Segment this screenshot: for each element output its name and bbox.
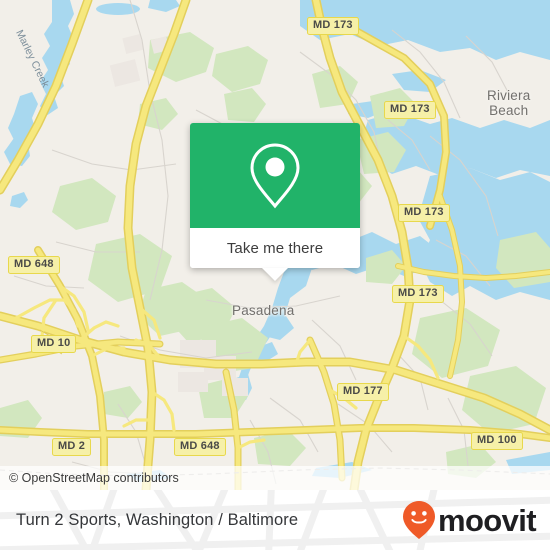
road-shield-md-10[interactable]: MD 10 (31, 335, 77, 353)
take-me-there-label: Take me there (226, 239, 324, 257)
moovit-smiley-pin-icon (402, 501, 435, 539)
road-shield-md-648-west[interactable]: MD 648 (8, 256, 60, 274)
attribution-text: © OpenStreetMap contributors (9, 471, 179, 485)
road-shield-md-177[interactable]: MD 177 (337, 383, 389, 401)
poi-callout-card[interactable]: Take me there (190, 123, 360, 281)
footer-bar: Turn 2 Sports, Washington / Baltimore mo… (0, 490, 550, 550)
poi-card-action[interactable]: Take me there (190, 228, 360, 268)
map-canvas[interactable]: Marley Creek Pasadena Riviera Beach MD 1… (0, 0, 550, 490)
road-shield-md-173-upper[interactable]: MD 173 (384, 101, 436, 119)
road-shield-md-2[interactable]: MD 2 (52, 438, 92, 456)
page-title: Turn 2 Sports, Washington / Baltimore (16, 490, 298, 550)
map-pin-icon (250, 142, 300, 208)
road-shield-md-100[interactable]: MD 100 (471, 432, 523, 450)
map-screenshot: Marley Creek Pasadena Riviera Beach MD 1… (0, 0, 550, 550)
map-attribution: © OpenStreetMap contributors (0, 466, 550, 490)
moovit-wordmark: moovit (437, 502, 537, 538)
road-shield-md-173-north[interactable]: MD 173 (307, 17, 359, 35)
poi-card-header (190, 123, 360, 228)
road-shield-md-648-south[interactable]: MD 648 (174, 438, 226, 456)
moovit-brand[interactable]: moovit (402, 490, 537, 550)
road-shield-md-173-mid[interactable]: MD 173 (398, 204, 450, 222)
footer-title-text: Turn 2 Sports, Washington / Baltimore (16, 510, 299, 529)
poi-card-tail (262, 268, 288, 281)
road-shield-md-173-lower[interactable]: MD 173 (392, 285, 444, 303)
